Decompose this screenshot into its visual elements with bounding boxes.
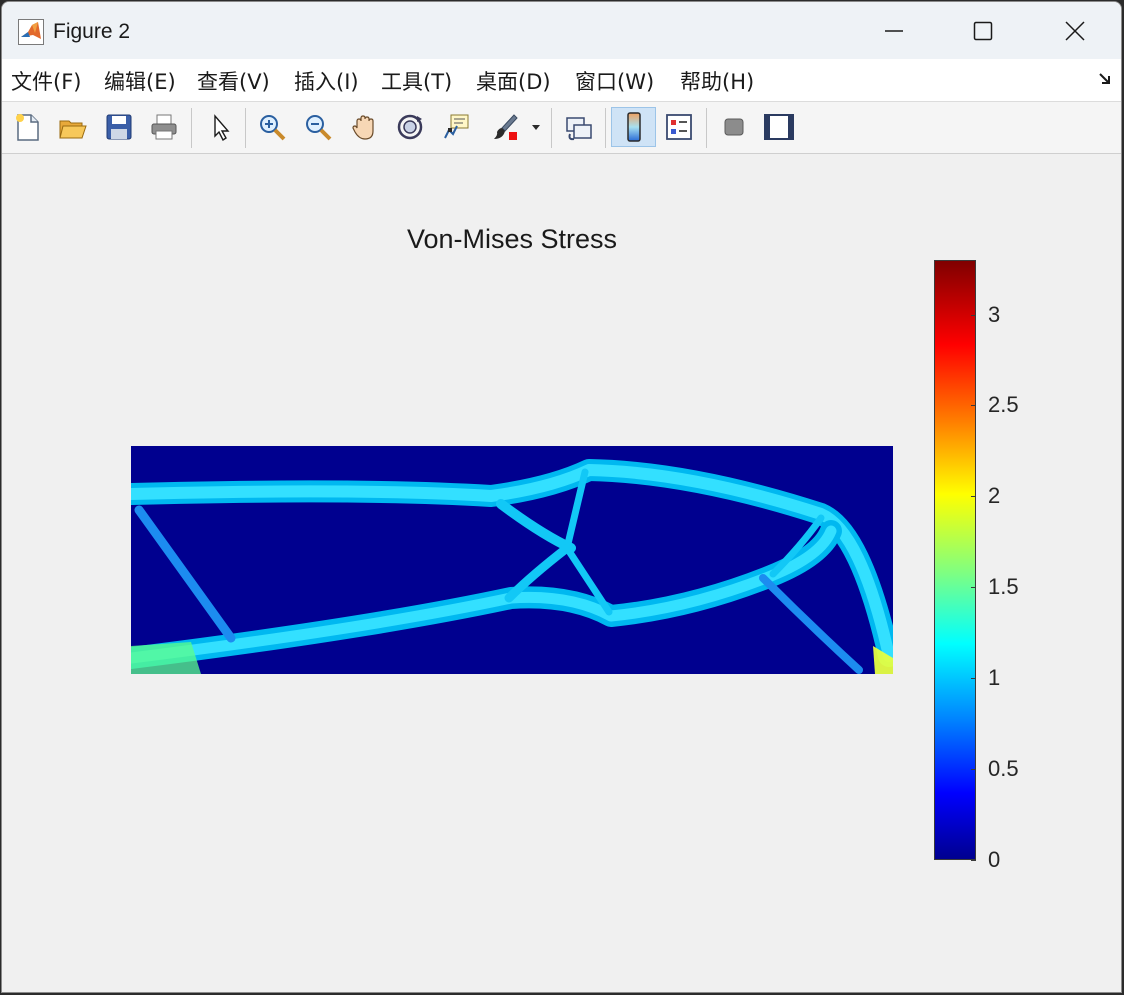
save-figure-button[interactable] — [100, 107, 138, 147]
colorbar-tick — [971, 860, 976, 861]
insert-colorbar-button[interactable] — [611, 107, 656, 147]
arrow-cursor-icon — [214, 114, 230, 142]
toolbar-separator — [191, 108, 192, 148]
zoom-out-button[interactable] — [299, 107, 337, 147]
window-title: Figure 2 — [53, 20, 131, 43]
toolbar-separator — [605, 108, 606, 148]
brush-button[interactable] — [486, 107, 524, 147]
maximize-icon — [973, 21, 993, 40]
colorbar-tick — [971, 587, 976, 589]
link-plot-icon — [566, 117, 592, 141]
rotate-icon — [397, 114, 423, 140]
legend-icon — [666, 114, 692, 140]
menu-bar: 文件(F) 编辑(E) 查看(V) 插入(I) 工具(T) 桌面(D) 窗口(W… — [2, 59, 1121, 102]
chevron-down-icon — [532, 125, 540, 130]
minimize-button[interactable] — [848, 2, 940, 59]
show-tools-icon — [764, 114, 794, 140]
open-file-button[interactable] — [53, 107, 91, 147]
hide-plot-tools-button[interactable] — [715, 107, 753, 147]
insert-legend-button[interactable] — [660, 107, 698, 147]
colorbar-tick-label: 0.5 — [988, 756, 1019, 782]
colorbar-tick-label: 1 — [988, 665, 1001, 691]
colorbar-tick — [971, 314, 976, 316]
minimize-icon — [885, 29, 903, 32]
colorbar-tick-label: 2 — [988, 483, 1001, 509]
stress-heatmap — [131, 446, 893, 674]
folder-open-icon — [59, 120, 87, 139]
menu-edit[interactable]: 编辑(E) — [104, 66, 176, 96]
zoom-in-button[interactable] — [253, 107, 291, 147]
edit-plot-button[interactable] — [201, 107, 239, 147]
zoom-in-icon — [260, 115, 286, 141]
printer-icon — [151, 114, 177, 140]
menu-desktop[interactable]: 桌面(D) — [476, 66, 551, 96]
stress-hotspot-left — [131, 642, 201, 674]
colorbar-tick-label: 1.5 — [988, 574, 1019, 600]
data-cursor-button[interactable] — [437, 107, 475, 147]
figure-toolbar — [2, 102, 1121, 154]
menu-insert[interactable]: 插入(I) — [294, 66, 359, 96]
menu-tools[interactable]: 工具(T) — [381, 66, 452, 96]
colorbar-tick-label: 3 — [988, 301, 1001, 327]
menu-file[interactable]: 文件(F) — [11, 66, 81, 96]
brush-icon — [494, 114, 518, 140]
toolbar-separator — [245, 108, 246, 148]
menu-window[interactable]: 窗口(W) — [575, 66, 654, 96]
data-tip-icon — [444, 114, 469, 139]
dock-figure-icon[interactable] — [1097, 71, 1113, 91]
colorbar-tick — [971, 769, 976, 771]
toolbar-separator — [706, 108, 707, 148]
figure-window: Figure 2 文件(F) 编辑(E) 查看(V) 插入(I) 工具(T) 桌… — [1, 1, 1122, 993]
menu-help[interactable]: 帮助(H) — [680, 66, 754, 96]
menu-view[interactable]: 查看(V) — [197, 66, 270, 96]
toolbar-separator — [551, 108, 552, 148]
hide-tools-icon — [724, 118, 744, 136]
new-file-icon — [16, 114, 39, 141]
show-plot-tools-button[interactable] — [760, 107, 798, 147]
colorbar-tick — [971, 678, 976, 680]
new-figure-button[interactable] — [8, 107, 46, 147]
hand-icon — [352, 115, 374, 140]
colorbar-tick — [971, 405, 976, 407]
brush-dropdown-button[interactable] — [527, 107, 545, 147]
close-icon — [1065, 20, 1085, 41]
pan-button[interactable] — [345, 107, 383, 147]
plot-title: Von-Mises Stress — [406, 224, 618, 254]
close-button[interactable] — [1029, 2, 1121, 59]
colorbar-tick-label: 0 — [988, 847, 1001, 872]
zoom-out-icon — [306, 115, 332, 141]
maximize-button[interactable] — [937, 2, 1029, 59]
rotate-3d-button[interactable] — [391, 107, 429, 147]
colorbar-icon — [626, 112, 641, 142]
figure-canvas: Von-Mises Stress 0 0.5 1 1.5 2 2.5 3 — [2, 154, 1121, 992]
colorbar-tick-label: 2.5 — [988, 392, 1019, 418]
colorbar[interactable] — [934, 260, 976, 860]
title-bar[interactable]: Figure 2 — [2, 2, 1121, 59]
save-icon — [106, 114, 132, 140]
link-plot-button[interactable] — [560, 107, 598, 147]
print-figure-button[interactable] — [145, 107, 183, 147]
colorbar-tick — [971, 496, 976, 498]
matlab-icon — [18, 19, 44, 45]
